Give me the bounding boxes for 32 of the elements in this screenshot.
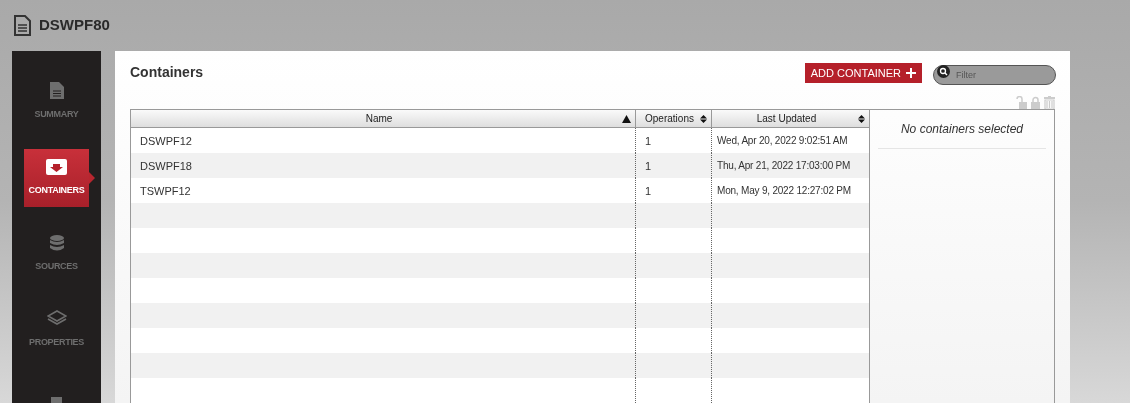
page-title: DSWPF80: [39, 15, 110, 36]
table-cell: 1: [645, 160, 652, 172]
plus-icon: [906, 68, 916, 79]
column-header[interactable]: Last Updated: [711, 110, 869, 127]
layers-icon: [46, 310, 67, 328]
add-container-button[interactable]: ADD CONTAINER: [804, 63, 922, 84]
column-header[interactable]: Name: [131, 110, 635, 127]
search-icon: [937, 65, 950, 79]
database-icon: [49, 234, 64, 251]
document-icon: [49, 82, 64, 100]
pointer-arrow: [89, 172, 95, 184]
column-header[interactable]: Operations: [635, 110, 711, 127]
sidebar-item[interactable]: CONTAINERS: [24, 149, 89, 207]
sort-icon: [858, 114, 865, 123]
empty-selection-message: No containers selected: [878, 110, 1046, 149]
sort-icon: [700, 114, 707, 123]
trash-icon[interactable]: [1044, 95, 1055, 109]
table-cell: DSWPF18: [140, 160, 192, 172]
table-cell: TSWPF12: [140, 185, 191, 197]
panel-title: Containers: [130, 62, 204, 82]
filter-field[interactable]: Filter: [933, 65, 1056, 86]
document-icon: [14, 15, 31, 36]
table-cell: 1: [645, 185, 652, 197]
inbox-download-icon: [46, 158, 67, 175]
sort-ascending-icon: [622, 114, 631, 123]
table-cell: DSWPF12: [140, 135, 192, 147]
unlock-icon[interactable]: [1016, 95, 1027, 109]
table-cell: Thu, Apr 21, 2022 17:03:00 PM: [717, 160, 851, 171]
table-cell: Wed, Apr 20, 2022 9:02:51 AM: [717, 135, 848, 146]
lock-icon[interactable]: [1031, 95, 1040, 109]
table-cell: Mon, May 9, 2022 12:27:02 PM: [717, 185, 851, 196]
table-cell: 1: [645, 135, 652, 147]
